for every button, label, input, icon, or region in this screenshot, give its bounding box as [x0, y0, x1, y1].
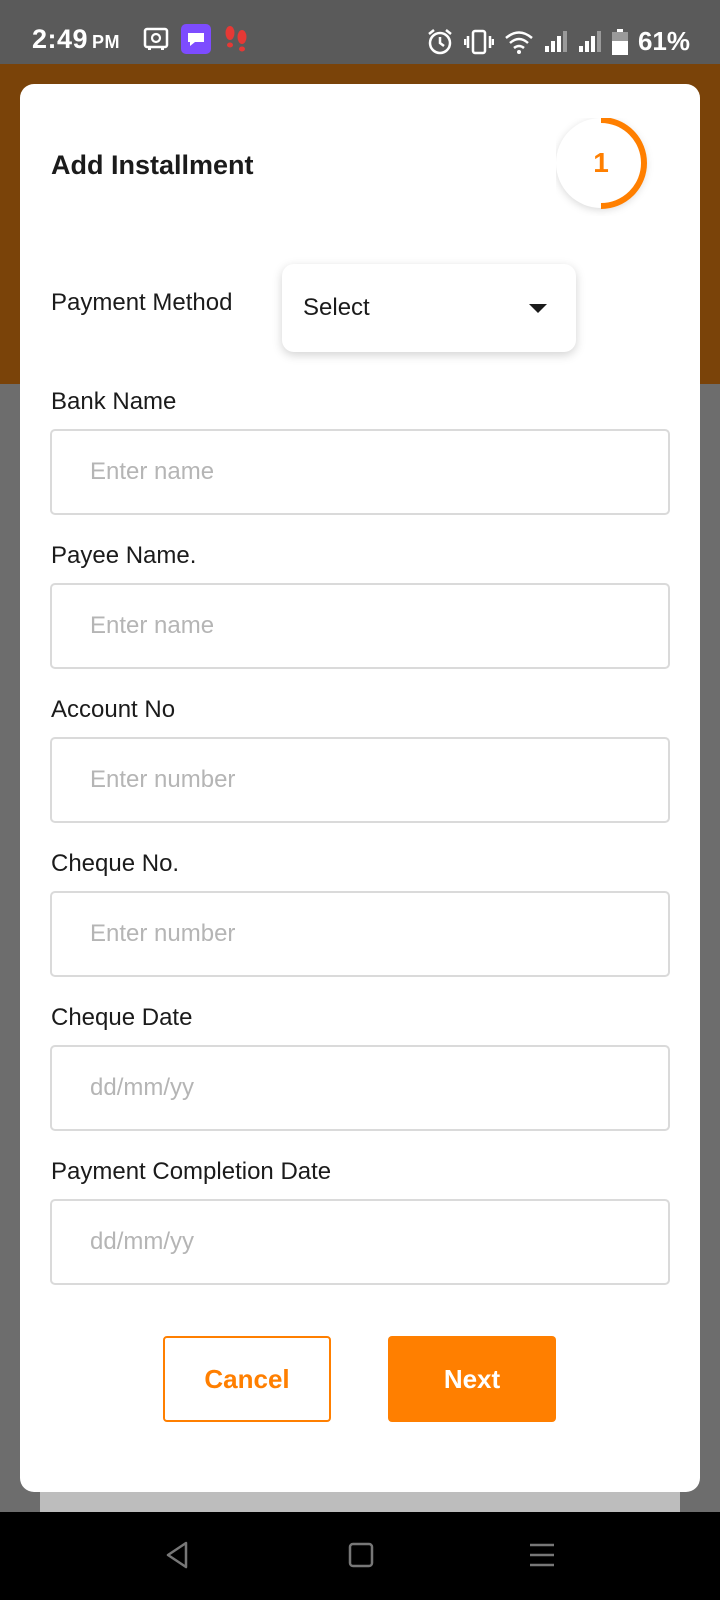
battery-percent: 61% — [637, 26, 690, 56]
payee-name-field[interactable] — [50, 583, 670, 669]
payee-name-input[interactable] — [90, 585, 650, 667]
bank-name-label: Bank Name — [51, 388, 177, 415]
battery-icon — [611, 28, 628, 55]
wifi-icon — [505, 30, 533, 54]
cheque-no-label: Cheque No. — [51, 850, 180, 877]
payment-method-select[interactable]: Select — [282, 264, 576, 352]
completion-date-label: Payment Completion Date — [51, 1158, 332, 1185]
next-button[interactable]: Next — [388, 1336, 556, 1422]
cheque-no-field[interactable] — [50, 891, 670, 977]
back-icon[interactable] — [164, 1540, 190, 1570]
bank-name-input[interactable] — [90, 431, 650, 513]
storage-icon — [143, 27, 169, 50]
cheque-no-input[interactable] — [90, 893, 650, 975]
cancel-button[interactable]: Cancel — [163, 1336, 331, 1422]
account-no-input[interactable] — [90, 739, 650, 821]
bank-name-field[interactable] — [50, 429, 670, 515]
status-bar: 2:49 PM 61% — [0, 0, 720, 64]
cheque-date-label: Cheque Date — [51, 1004, 193, 1031]
completion-date-input[interactable] — [90, 1201, 650, 1283]
account-no-field[interactable] — [50, 737, 670, 823]
step-number: 1 — [593, 147, 609, 178]
menu-icon[interactable] — [528, 1540, 556, 1570]
account-no-label: Account No — [51, 696, 176, 723]
signal-icon — [544, 30, 567, 52]
payment-method-value: Select — [303, 294, 370, 321]
payment-method-label: Payment Method — [51, 289, 233, 316]
completion-date-field[interactable] — [50, 1199, 670, 1285]
payee-name-label: Payee Name. — [51, 542, 197, 569]
step-indicator: 1 — [556, 118, 654, 216]
clock: 2:49 PM — [32, 24, 121, 54]
footsteps-icon — [225, 26, 247, 52]
cheque-date-field[interactable] — [50, 1045, 670, 1131]
alarm-icon — [428, 28, 452, 54]
navigation-bar — [0, 1512, 720, 1600]
dialog-title: Add Installment — [51, 150, 254, 180]
caret-down-icon — [529, 304, 547, 313]
add-installment-dialog: Add Installment 1 Payment Method Select … — [20, 84, 700, 1492]
cheque-date-input[interactable] — [90, 1047, 650, 1129]
chat-bubble-icon — [181, 24, 211, 54]
vibrate-icon — [463, 29, 494, 54]
signal-icon — [578, 30, 601, 52]
home-icon[interactable] — [348, 1540, 374, 1570]
